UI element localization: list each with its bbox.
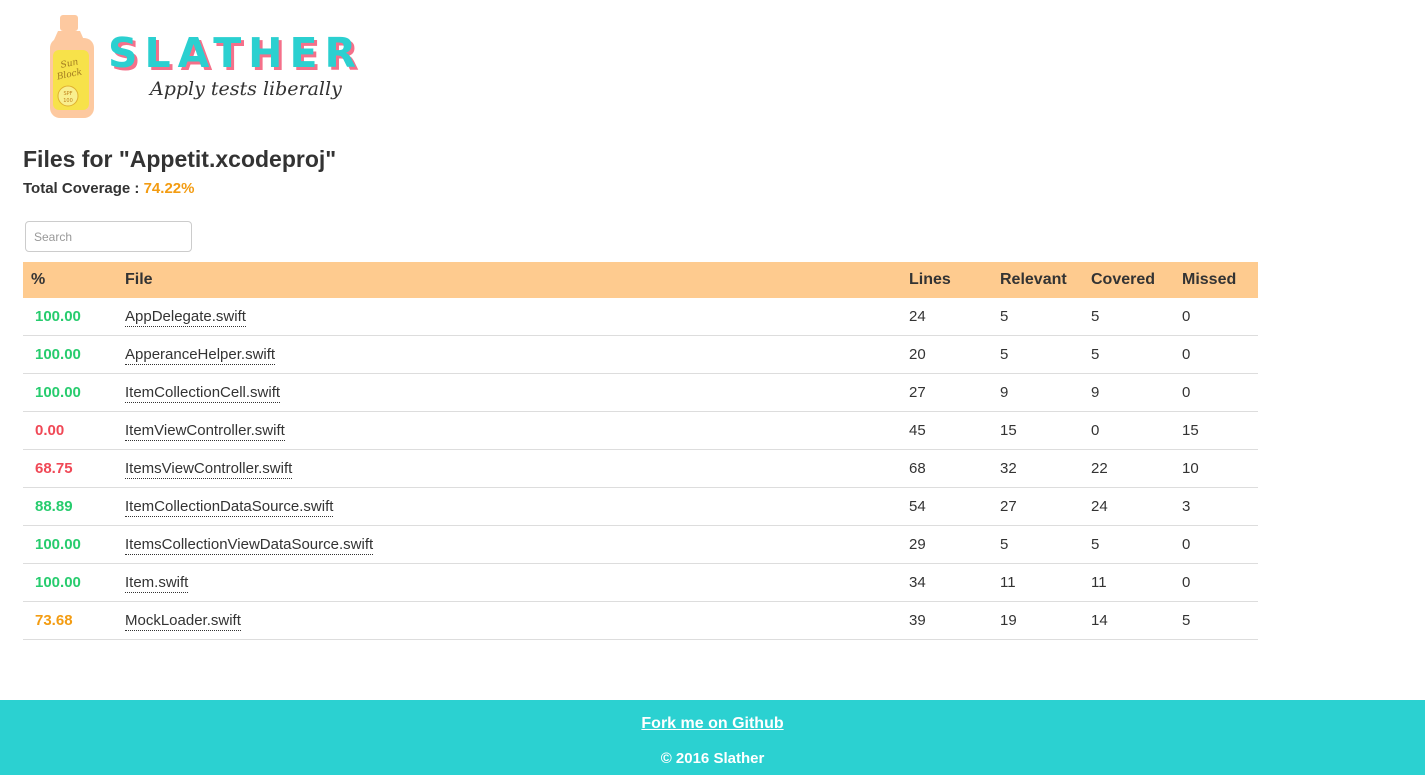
footer-copyright: © 2016 Slather [660, 750, 765, 767]
file-link[interactable]: ItemCollectionDataSource.swift [125, 498, 334, 517]
cell-lines: 24 [901, 298, 992, 336]
column-header-missed[interactable]: Missed [1174, 262, 1258, 298]
brand-tagline: Apply tests liberally [150, 78, 342, 100]
cell-relevant: 15 [992, 411, 1083, 450]
cell-covered: 5 [1083, 335, 1174, 374]
coverage-percent: 100.00 [23, 298, 117, 336]
cell-relevant: 27 [992, 487, 1083, 526]
cell-covered: 11 [1083, 563, 1174, 602]
file-cell: AppDelegate.swift [117, 298, 901, 336]
coverage-percent: 68.75 [23, 449, 117, 488]
search-input[interactable] [25, 221, 192, 252]
file-cell: MockLoader.swift [117, 601, 901, 640]
cell-lines: 45 [901, 411, 992, 450]
brand-name: SLATHER [108, 29, 364, 77]
table-row: 88.89 ItemCollectionDataSource.swift 54 27 2… [23, 487, 1258, 526]
cell-covered: 5 [1083, 298, 1174, 336]
file-cell: ApperanceHelper.swift [117, 335, 901, 374]
bottle-spf-value: 100 [63, 98, 73, 104]
column-header-relevant[interactable]: Relevant [992, 262, 1083, 298]
table-row: 100.00 AppDelegate.swift 24 5 5 0 [23, 298, 1258, 336]
cell-missed: 5 [1174, 601, 1258, 640]
page: Sun Block SPF 100 SLATHER Apply tests li… [0, 0, 1425, 775]
file-link[interactable]: MockLoader.swift [125, 612, 241, 631]
coverage-percent: 0.00 [23, 411, 117, 450]
table-header-row: % File Lines Relevant Covered Missed [23, 262, 1258, 298]
total-coverage-value: 74.22% [143, 180, 195, 197]
cell-missed: 3 [1174, 487, 1258, 526]
cell-missed: 0 [1174, 373, 1258, 412]
table-row: 0.00 ItemViewController.swift 45 15 0 15 [23, 411, 1258, 450]
coverage-percent: 100.00 [23, 335, 117, 374]
slather-logo[interactable]: Sun Block SPF 100 SLATHER Apply tests li… [46, 14, 366, 124]
cell-relevant: 11 [992, 563, 1083, 602]
table-row: 100.00 Item.swift 34 11 11 0 [23, 563, 1258, 602]
file-link[interactable]: Item.swift [125, 574, 189, 593]
coverage-percent: 100.00 [23, 373, 117, 412]
column-header-lines[interactable]: Lines [901, 262, 992, 298]
cell-relevant: 19 [992, 601, 1083, 640]
coverage-table: % File Lines Relevant Covered Missed 100… [23, 262, 1258, 640]
cell-covered: 24 [1083, 487, 1174, 526]
cell-missed: 10 [1174, 449, 1258, 488]
file-link[interactable]: ItemsCollectionViewDataSource.swift [125, 536, 374, 555]
footer: Fork me on Github © 2016 Slather [0, 700, 1425, 775]
cell-lines: 27 [901, 373, 992, 412]
bottle-spf-text: SPF [63, 91, 72, 97]
cell-lines: 39 [901, 601, 992, 640]
cell-covered: 9 [1083, 373, 1174, 412]
cell-lines: 34 [901, 563, 992, 602]
file-link[interactable]: ItemViewController.swift [125, 422, 285, 441]
table-row: 100.00 ItemCollectionCell.swift 27 9 9 0 [23, 373, 1258, 412]
cell-relevant: 5 [992, 298, 1083, 336]
cell-missed: 0 [1174, 335, 1258, 374]
file-link[interactable]: ItemCollectionCell.swift [125, 384, 281, 403]
cell-covered: 22 [1083, 449, 1174, 488]
column-header-file[interactable]: File [117, 262, 901, 298]
coverage-percent: 73.68 [23, 601, 117, 640]
file-link[interactable]: ApperanceHelper.swift [125, 346, 276, 365]
coverage-percent: 100.00 [23, 525, 117, 564]
file-cell: ItemsViewController.swift [117, 449, 901, 488]
coverage-percent: 100.00 [23, 563, 117, 602]
table-row: 73.68 MockLoader.swift 39 19 14 5 [23, 601, 1258, 640]
cell-missed: 15 [1174, 411, 1258, 450]
file-cell: Item.swift [117, 563, 901, 602]
coverage-percent: 88.89 [23, 487, 117, 526]
file-cell: ItemViewController.swift [117, 411, 901, 450]
cell-lines: 54 [901, 487, 992, 526]
column-header-percent[interactable]: % [23, 262, 117, 298]
table-body: 100.00 AppDelegate.swift 24 5 5 0 100.00 Appera… [23, 298, 1258, 640]
cell-missed: 0 [1174, 298, 1258, 336]
cell-relevant: 9 [992, 373, 1083, 412]
file-cell: ItemCollectionCell.swift [117, 373, 901, 412]
cell-lines: 29 [901, 525, 992, 564]
cell-relevant: 5 [992, 525, 1083, 564]
page-title: Files for "Appetit.xcodeproj" [23, 146, 337, 172]
column-header-covered[interactable]: Covered [1083, 262, 1174, 298]
cell-covered: 14 [1083, 601, 1174, 640]
cell-missed: 0 [1174, 525, 1258, 564]
total-coverage-label: Total Coverage : [23, 180, 144, 197]
table-row: 100.00 ItemsCollectionViewDataSource.swif… [23, 525, 1258, 564]
cell-relevant: 5 [992, 335, 1083, 374]
file-cell: ItemCollectionDataSource.swift [117, 487, 901, 526]
cell-covered: 5 [1083, 525, 1174, 564]
file-link[interactable]: AppDelegate.swift [125, 308, 246, 327]
cell-covered: 0 [1083, 411, 1174, 450]
cell-lines: 20 [901, 335, 992, 374]
cell-relevant: 32 [992, 449, 1083, 488]
file-cell: ItemsCollectionViewDataSource.swift [117, 525, 901, 564]
cell-lines: 68 [901, 449, 992, 488]
table-row: 68.75 ItemsViewController.swift 68 32 22 10 [23, 449, 1258, 488]
fork-github-link[interactable]: Fork me on Github [0, 715, 1425, 733]
cell-missed: 0 [1174, 563, 1258, 602]
table-row: 100.00 ApperanceHelper.swift 20 5 5 0 [23, 335, 1258, 374]
sunblock-bottle-icon: Sun Block SPF 100 [50, 15, 94, 118]
total-coverage: Total Coverage : 74.22% [23, 180, 194, 197]
file-link[interactable]: ItemsViewController.swift [125, 460, 293, 479]
